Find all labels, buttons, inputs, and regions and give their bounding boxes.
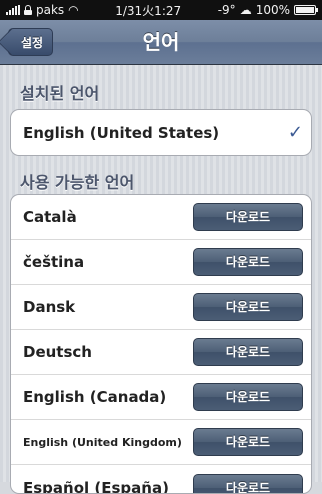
status-bar: paks ◠ 1/31火1:27 -9° ☁ 100% xyxy=(0,0,322,20)
navigation-bar: 언어 설정 xyxy=(0,20,322,65)
back-button-label: 설정 xyxy=(21,36,43,50)
signal-icon xyxy=(6,5,20,15)
download-button[interactable]: 다운로드 xyxy=(193,203,303,231)
installed-languages-group: English (United States) ✓ xyxy=(10,109,312,156)
language-label: English (United States) xyxy=(23,124,288,142)
download-button[interactable]: 다운로드 xyxy=(193,338,303,366)
language-row-dansk: Dansk 다운로드 xyxy=(11,285,311,330)
language-label: čeština xyxy=(23,253,193,271)
status-datetime: 1/31火1:27 xyxy=(115,2,181,19)
download-button[interactable]: 다운로드 xyxy=(193,383,303,411)
language-label: Català xyxy=(23,208,193,226)
checkmark-icon: ✓ xyxy=(288,122,303,143)
language-row-catala: Català 다운로드 xyxy=(11,195,311,240)
wifi-icon: ◠ xyxy=(68,3,78,17)
download-button[interactable]: 다운로드 xyxy=(193,248,303,276)
battery-percent: 100% xyxy=(256,3,290,17)
weather-icon: ☁ xyxy=(240,3,252,17)
language-row-espanol-espana: Español (España) 다운로드 xyxy=(11,465,311,494)
back-button[interactable]: 설정 xyxy=(8,28,53,56)
language-label: English (Canada) xyxy=(23,388,193,406)
language-row-deutsch: Deutsch 다운로드 xyxy=(11,330,311,375)
language-label: Dansk xyxy=(23,298,193,316)
language-label: Deutsch xyxy=(23,343,193,361)
available-section-header: 사용 가능한 언어 xyxy=(20,169,134,193)
available-languages-group: Català 다운로드 čeština 다운로드 Dansk 다운로드 Deut… xyxy=(10,194,312,494)
installed-language-row[interactable]: English (United States) ✓ xyxy=(11,110,311,155)
battery-icon xyxy=(294,5,316,15)
language-row-english-uk: English (United Kingdom) 다운로드 xyxy=(11,420,311,465)
download-button[interactable]: 다운로드 xyxy=(193,428,303,456)
language-row-cestina: čeština 다운로드 xyxy=(11,240,311,285)
installed-section-header: 설치된 언어 xyxy=(20,80,99,104)
language-label: English (United Kingdom) xyxy=(23,436,193,449)
download-button[interactable]: 다운로드 xyxy=(193,474,303,494)
lock-icon xyxy=(24,5,32,15)
language-row-english-canada: English (Canada) 다운로드 xyxy=(11,375,311,420)
carrier-name: paks xyxy=(36,3,64,17)
download-button[interactable]: 다운로드 xyxy=(193,293,303,321)
temperature: -9° xyxy=(218,3,236,17)
language-label: Español (España) xyxy=(23,479,193,494)
